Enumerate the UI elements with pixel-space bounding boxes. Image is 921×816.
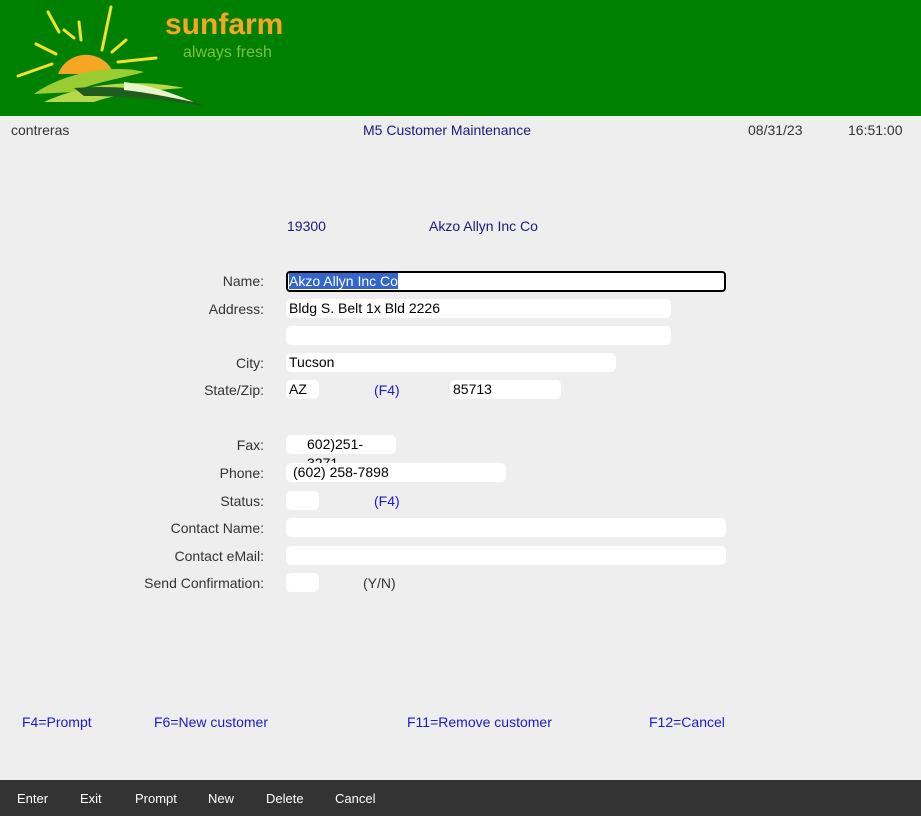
send-confirmation-field[interactable] [286, 573, 319, 592]
phone-field[interactable]: (602) 258-7898 [286, 463, 506, 482]
phone-label: Phone: [219, 465, 264, 481]
address-label: Address: [208, 301, 264, 317]
exit-button[interactable]: Exit [80, 791, 102, 806]
enter-button[interactable]: Enter [17, 791, 48, 806]
prompt-button[interactable]: Prompt [135, 791, 177, 806]
cancel-button[interactable]: Cancel [335, 791, 375, 806]
new-button[interactable]: New [208, 791, 234, 806]
contact-name-label: Contact Name: [170, 520, 264, 536]
contact-email-field[interactable] [286, 546, 726, 565]
user-name: contreras [11, 122, 70, 138]
state-prompt-hint[interactable]: (F4) [374, 382, 400, 398]
fax-label: Fax: [236, 437, 264, 453]
f12-cancel-key[interactable]: F12=Cancel [649, 714, 725, 730]
send-confirmation-hint: (Y/N) [363, 575, 396, 591]
bottom-toolbar: Enter Exit Prompt New Delete Cancel [0, 780, 921, 816]
status-label: Status: [220, 493, 264, 509]
fax-field[interactable]: 602)251-3271 [286, 435, 396, 471]
brand-tagline: always fresh [183, 44, 272, 61]
f11-remove-customer-key[interactable]: F11=Remove customer [407, 714, 552, 730]
city-label: City: [236, 355, 264, 371]
contact-email-label: Contact eMail: [174, 548, 264, 564]
current-time: 16:51:00 [848, 122, 903, 138]
state-zip-label: State/Zip: [204, 382, 264, 398]
customer-name-display: Akzo Allyn Inc Co [429, 218, 538, 234]
f4-prompt-key[interactable]: F4=Prompt [22, 714, 92, 730]
name-label: Name: [222, 273, 264, 289]
status-field[interactable] [286, 491, 319, 510]
brand-name: sunfarm [165, 8, 284, 41]
status-prompt-hint[interactable]: (F4) [374, 493, 400, 509]
send-confirmation-label: Send Confirmation: [144, 575, 264, 591]
address-line1-field[interactable]: Bldg S. Belt 1x Bld 2226 [286, 299, 671, 318]
zip-field[interactable]: 85713 [450, 380, 561, 399]
name-field-value: Akzo Allyn Inc Co [289, 273, 398, 289]
f6-new-customer-key[interactable]: F6=New customer [154, 714, 268, 730]
city-field[interactable]: Tucson [286, 353, 616, 372]
address-line2-field[interactable] [286, 326, 671, 345]
customer-number: 19300 [287, 218, 326, 234]
app-header: sunfarm always fresh [0, 0, 921, 116]
page-title: M5 Customer Maintenance [363, 122, 532, 138]
delete-button[interactable]: Delete [266, 791, 304, 806]
contact-name-field[interactable] [286, 518, 726, 537]
state-field[interactable]: AZ [286, 380, 319, 399]
current-date: 08/31/23 [748, 122, 803, 138]
name-field[interactable]: Akzo Allyn Inc Co [286, 271, 726, 292]
